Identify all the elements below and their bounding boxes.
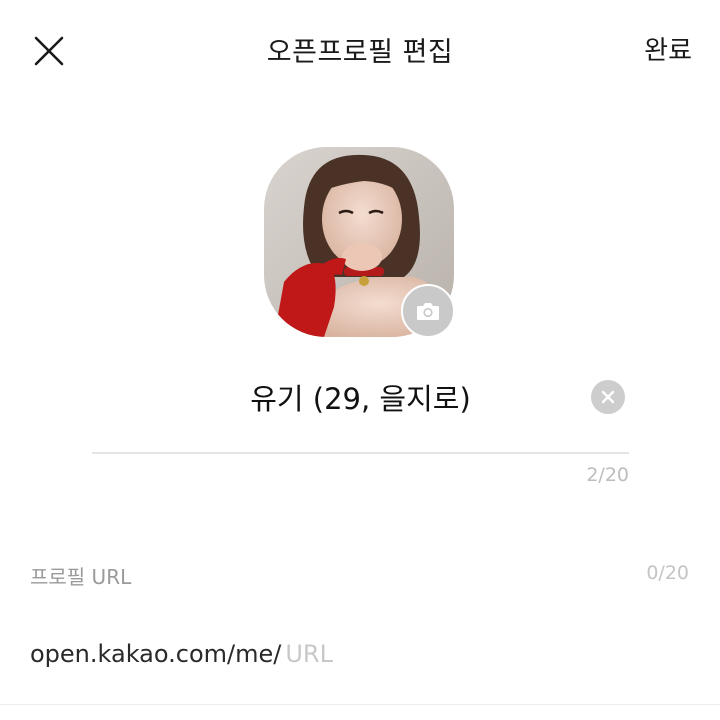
url-prefix: open.kakao.com/me/ (30, 640, 282, 668)
avatar-container (264, 147, 455, 338)
profile-url-label: 프로필 URL (30, 565, 132, 589)
nickname-input[interactable] (92, 368, 629, 426)
divider (0, 704, 720, 705)
url-char-count: 0/20 (646, 562, 689, 584)
clear-icon (601, 390, 615, 404)
change-photo-button[interactable] (401, 284, 455, 338)
clear-nickname-button[interactable] (591, 380, 625, 414)
camera-icon (417, 303, 439, 320)
done-button[interactable]: 완료 (644, 30, 692, 67)
page-title: 오픈프로필 편집 (266, 37, 454, 68)
nickname-underline (92, 452, 629, 454)
url-field: open.kakao.com/me/ (30, 636, 486, 672)
open-profile-edit-screen: 오픈프로필 편집 완료 유기 (29, 을지로) 2/20 프로필 URL 0/… (0, 0, 720, 720)
nickname-field (92, 368, 629, 426)
nickname-char-count: 2/20 (586, 464, 629, 486)
header: 오픈프로필 편집 완료 (0, 0, 720, 100)
url-input[interactable] (281, 640, 486, 668)
